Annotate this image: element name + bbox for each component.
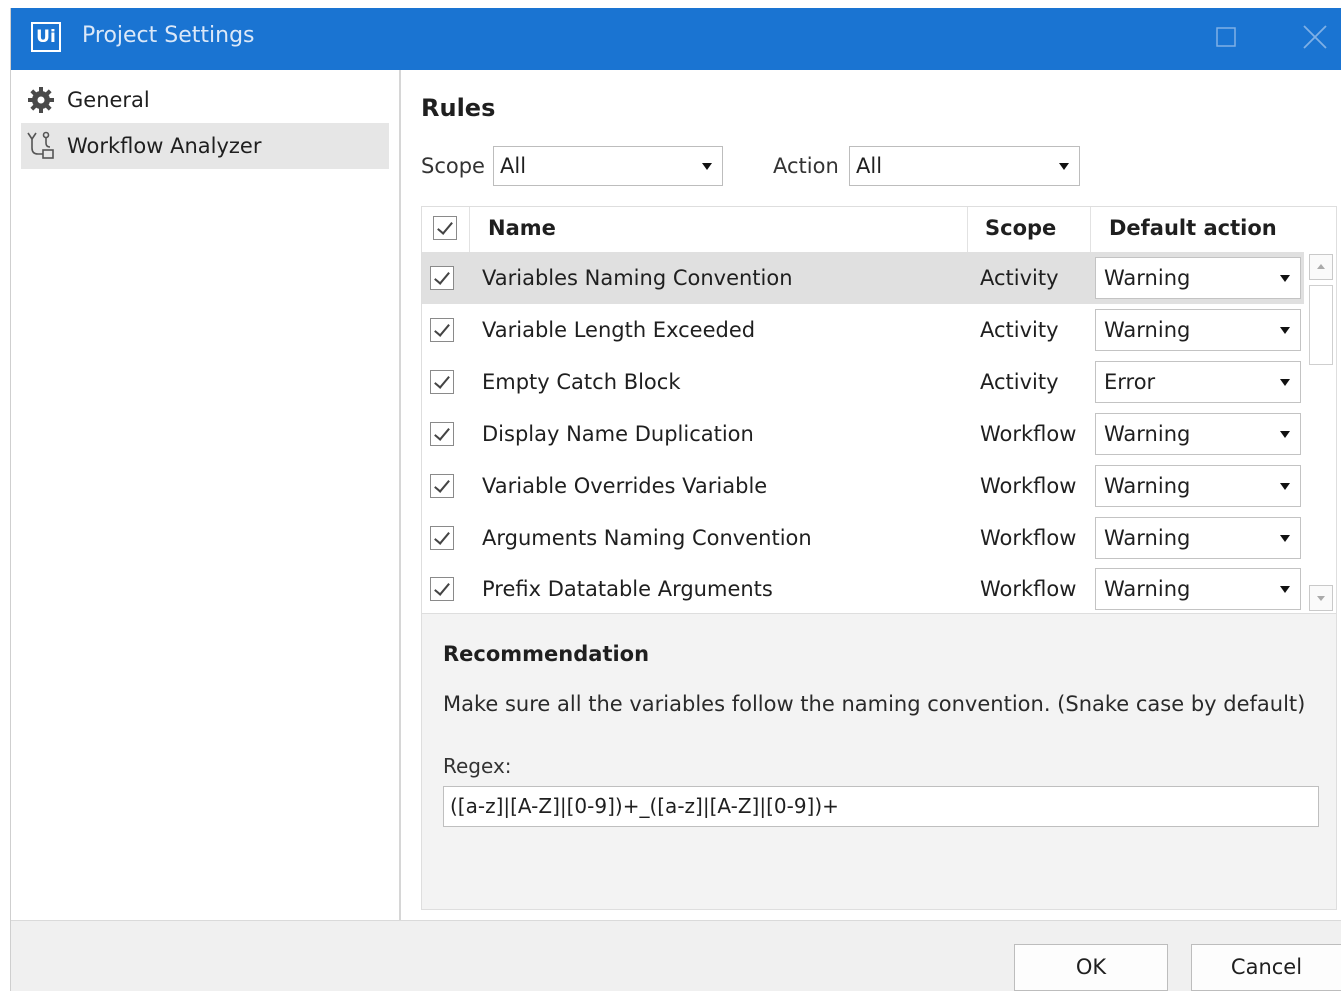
- chevron-down-icon: [1280, 431, 1290, 438]
- select-all-cell: [422, 207, 470, 252]
- table-row[interactable]: Display Name Duplication Workflow Warnin…: [422, 408, 1304, 460]
- rule-action-value: Warning: [1104, 318, 1191, 342]
- scroll-up-button[interactable]: [1309, 254, 1333, 280]
- action-filter-dropdown[interactable]: All: [849, 146, 1080, 186]
- rule-name: Variable Length Exceeded: [482, 318, 756, 342]
- rule-action-dropdown[interactable]: Warning: [1095, 517, 1301, 559]
- action-filter-label: Action: [773, 154, 839, 178]
- rule-enabled-checkbox[interactable]: [430, 370, 454, 394]
- table-row[interactable]: Empty Catch Block Activity Error: [422, 356, 1304, 408]
- column-header-scope[interactable]: Scope: [968, 207, 1091, 252]
- project-settings-window: Ui Project Settings General Workflow Ana…: [10, 8, 1341, 991]
- rule-name: Display Name Duplication: [482, 422, 754, 446]
- chevron-down-icon: [1280, 275, 1290, 282]
- rule-enabled-checkbox[interactable]: [430, 526, 454, 550]
- rule-name: Arguments Naming Convention: [482, 526, 812, 550]
- recommendation-text: Make sure all the variables follow the n…: [443, 692, 1306, 716]
- table-row[interactable]: Prefix Datatable Arguments Workflow Warn…: [422, 563, 1304, 615]
- action-filter-value: All: [856, 154, 883, 178]
- workflow-analyzer-icon: [23, 130, 59, 162]
- chevron-down-icon: [1059, 163, 1069, 170]
- rule-enabled-checkbox[interactable]: [430, 422, 454, 446]
- table-row[interactable]: Arguments Naming Convention Workflow War…: [422, 512, 1304, 564]
- rule-action-value: Warning: [1104, 266, 1191, 290]
- ok-button[interactable]: OK: [1014, 944, 1168, 991]
- scroll-down-button[interactable]: [1309, 585, 1333, 611]
- scope-filter-dropdown[interactable]: All: [493, 146, 723, 186]
- rule-action-dropdown[interactable]: Error: [1095, 361, 1301, 403]
- rule-action-dropdown[interactable]: Warning: [1095, 413, 1301, 455]
- settings-main-panel: Rules Scope All Action All Name Scope De…: [401, 70, 1341, 920]
- rule-name: Variable Overrides Variable: [482, 474, 768, 498]
- window-title: Project Settings: [82, 23, 255, 48]
- chevron-down-icon: [1280, 483, 1290, 490]
- page-title: Rules: [421, 94, 496, 122]
- uipath-logo-icon: Ui: [31, 22, 61, 52]
- regex-input[interactable]: ([a-z]|[A-Z]|[0-9])+_([a-z]|[A-Z]|[0-9])…: [443, 786, 1319, 827]
- rule-name: Empty Catch Block: [482, 370, 681, 394]
- table-scrollbar[interactable]: [1307, 252, 1335, 613]
- rule-scope: Workflow: [980, 577, 1077, 601]
- rule-scope: Workflow: [980, 422, 1077, 446]
- rule-action-dropdown[interactable]: Warning: [1095, 309, 1301, 351]
- rule-scope: Activity: [980, 370, 1059, 394]
- dialog-footer: OK Cancel: [11, 920, 1341, 991]
- recommendation-title: Recommendation: [443, 642, 650, 666]
- close-icon: [1303, 25, 1327, 49]
- chevron-down-icon: [1280, 586, 1290, 593]
- sidebar-item-general[interactable]: General: [21, 77, 389, 123]
- table-row[interactable]: Variable Overrides Variable Workflow War…: [422, 460, 1304, 512]
- title-bar: Ui Project Settings: [11, 8, 1341, 70]
- rule-action-dropdown[interactable]: Warning: [1095, 465, 1301, 507]
- rule-action-value: Warning: [1104, 577, 1191, 601]
- gear-icon: [23, 84, 59, 116]
- rule-scope: Workflow: [980, 474, 1077, 498]
- chevron-down-icon: [1280, 535, 1290, 542]
- rule-action-value: Error: [1104, 370, 1156, 394]
- rule-action-value: Warning: [1104, 422, 1191, 446]
- rule-scope: Activity: [980, 266, 1059, 290]
- rule-enabled-checkbox[interactable]: [430, 474, 454, 498]
- sidebar-item-label: Workflow Analyzer: [67, 134, 262, 158]
- rule-enabled-checkbox[interactable]: [430, 266, 454, 290]
- rule-name: Variables Naming Convention: [482, 266, 793, 290]
- table-header: Name Scope Default action: [422, 207, 1304, 253]
- rules-table: Name Scope Default action Variables Nami…: [421, 206, 1337, 614]
- scope-filter-label: Scope: [421, 154, 485, 178]
- rule-action-dropdown[interactable]: Warning: [1095, 568, 1301, 610]
- maximize-icon: [1216, 27, 1236, 47]
- cancel-button[interactable]: Cancel: [1191, 944, 1341, 991]
- chevron-down-icon: [1280, 327, 1290, 334]
- recommendation-panel: Recommendation Make sure all the variabl…: [421, 614, 1337, 910]
- rule-scope: Workflow: [980, 526, 1077, 550]
- column-header-name[interactable]: Name: [470, 207, 968, 252]
- sidebar-item-workflow-analyzer[interactable]: Workflow Analyzer: [21, 123, 389, 169]
- maximize-button[interactable]: [1211, 21, 1243, 53]
- settings-sidebar: General Workflow Analyzer: [11, 70, 401, 920]
- rule-name: Prefix Datatable Arguments: [482, 577, 773, 601]
- close-button[interactable]: [1299, 21, 1331, 53]
- rule-enabled-checkbox[interactable]: [430, 318, 454, 342]
- chevron-down-icon: [702, 163, 712, 170]
- rule-scope: Activity: [980, 318, 1059, 342]
- rule-action-dropdown[interactable]: Warning: [1095, 257, 1301, 299]
- select-all-checkbox[interactable]: [433, 216, 457, 240]
- regex-label: Regex:: [443, 754, 512, 778]
- rule-enabled-checkbox[interactable]: [430, 577, 454, 601]
- chevron-down-icon: [1280, 379, 1290, 386]
- table-row[interactable]: Variable Length Exceeded Activity Warnin…: [422, 304, 1304, 356]
- scrollbar-thumb[interactable]: [1309, 285, 1333, 365]
- scope-filter-value: All: [500, 154, 527, 178]
- column-header-default-action[interactable]: Default action: [1091, 207, 1304, 252]
- rule-action-value: Warning: [1104, 526, 1191, 550]
- sidebar-item-label: General: [67, 88, 150, 112]
- table-row[interactable]: Variables Naming Convention Activity War…: [422, 252, 1304, 304]
- rule-action-value: Warning: [1104, 474, 1191, 498]
